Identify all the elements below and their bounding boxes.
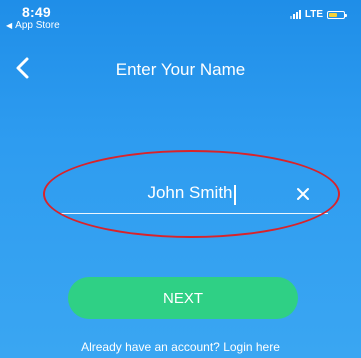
text-caret [234,185,236,205]
page-title: Enter Your Name [115,60,246,79]
name-field-row [60,177,328,214]
clear-button[interactable] [296,187,310,201]
signal-icon [289,10,301,19]
status-time: 8:49 [22,4,51,20]
close-icon [297,188,309,200]
next-button[interactable]: NEXT [68,277,298,319]
status-indicators: LTE [289,9,347,20]
app-screen: 8:49 ◀ App Store LTE Enter Your Name Joh… [0,0,361,358]
battery-fill [329,12,337,17]
app-store-back-label: App Store [15,20,60,31]
battery-icon [327,10,347,19]
network-label: LTE [304,9,323,20]
app-store-back-link[interactable]: ◀ App Store [6,20,60,31]
name-input[interactable] [60,177,290,209]
back-triangle-icon: ◀ [6,21,13,30]
login-link[interactable]: Already have an account? Login here [0,340,361,354]
